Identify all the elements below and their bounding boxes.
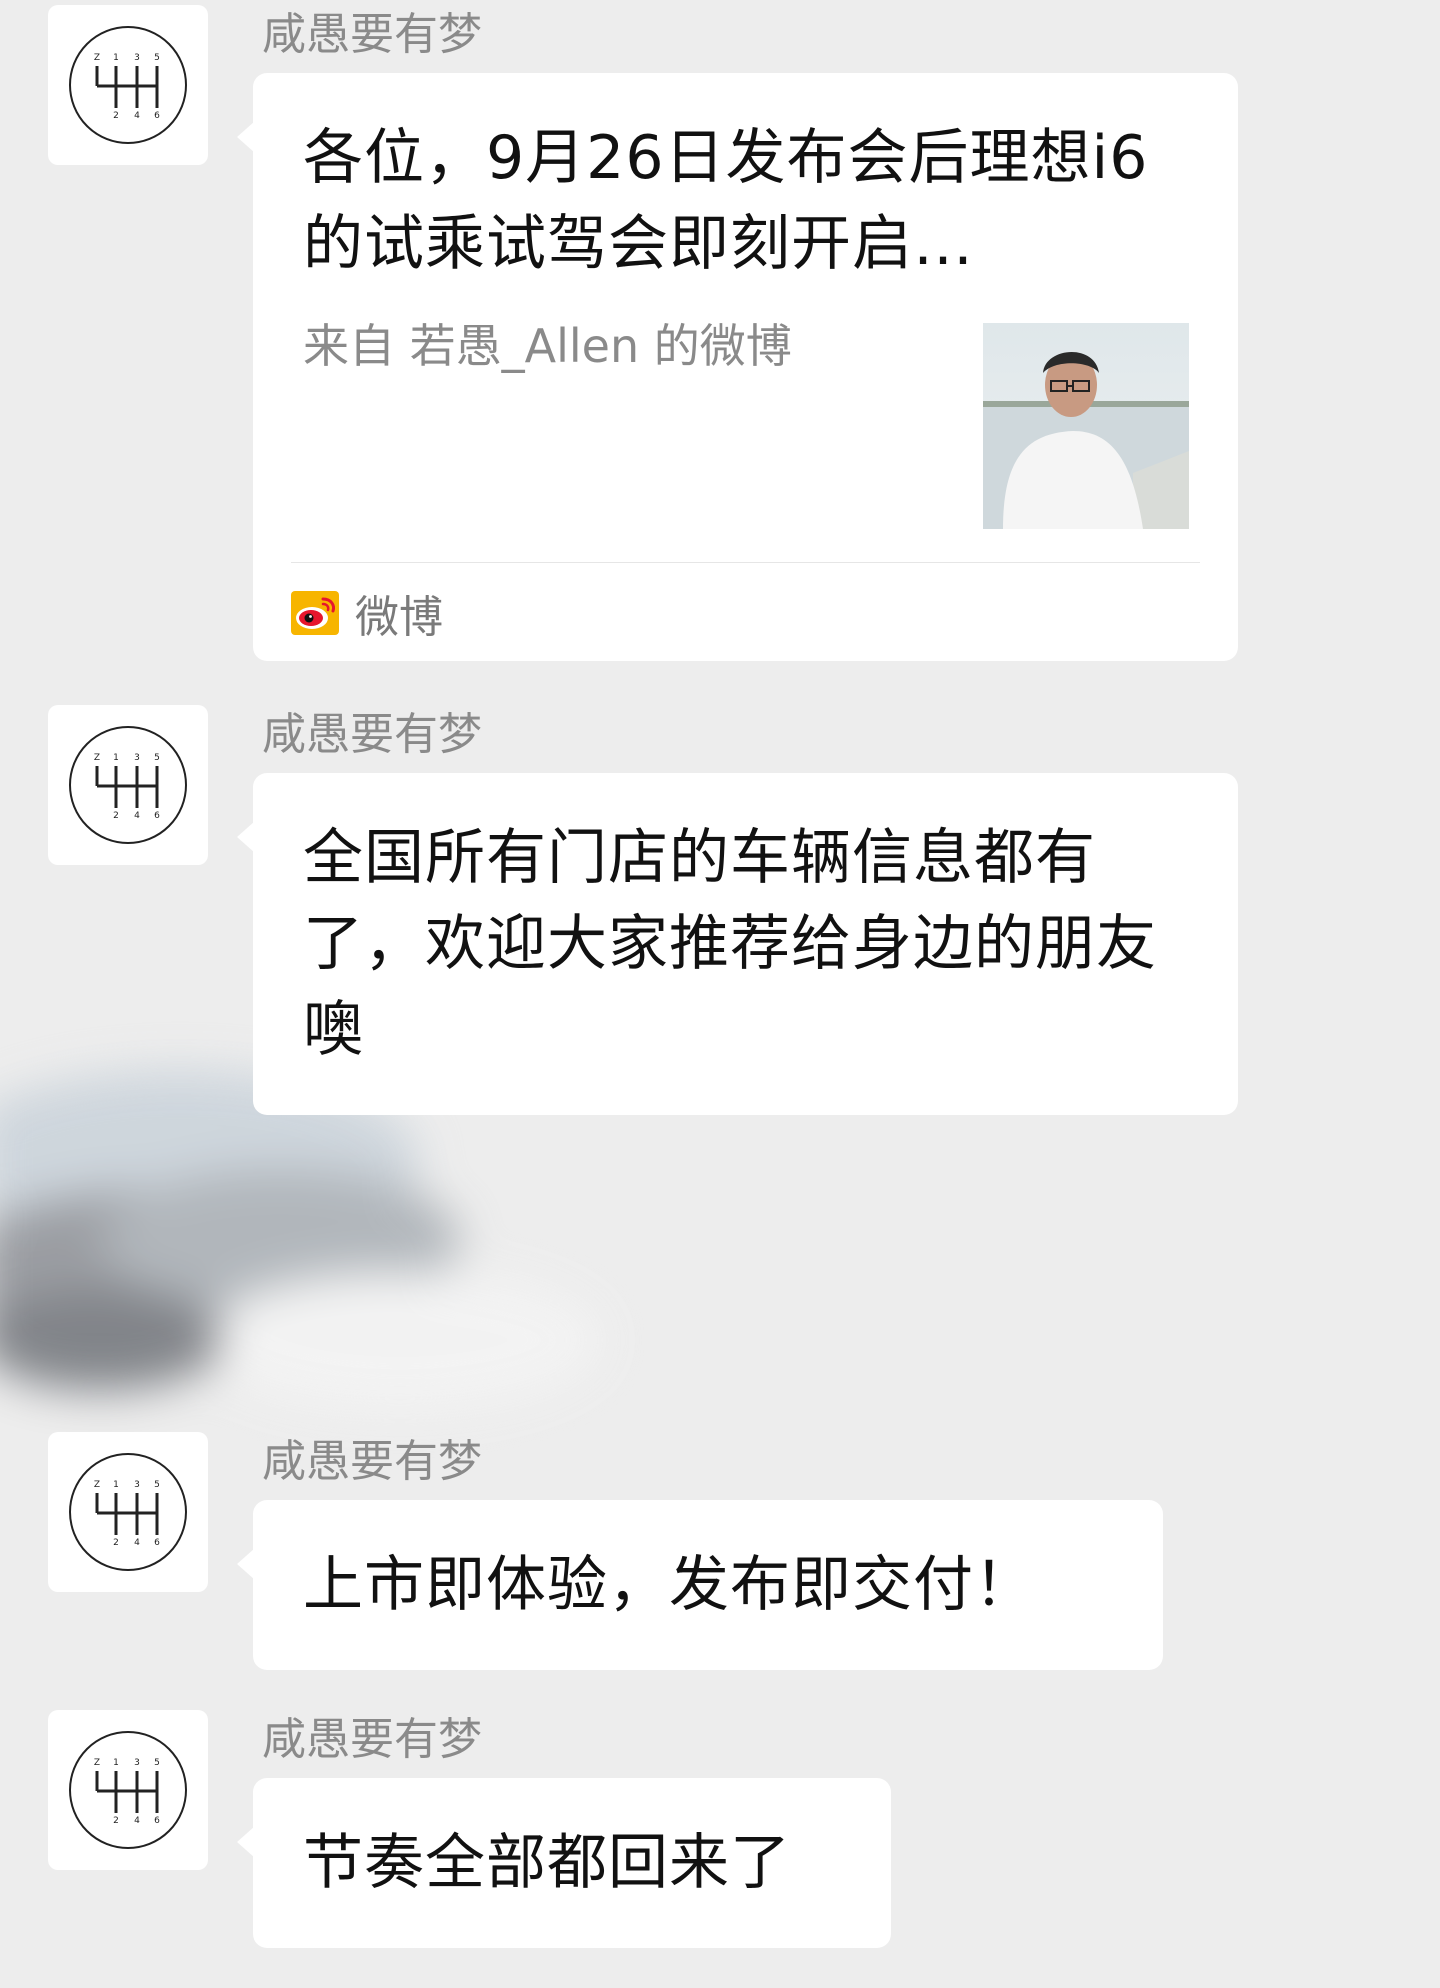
gear-shift-pattern-icon: Z 1 3 5 2 4 6 (69, 726, 187, 844)
avatar[interactable]: Z 1 3 5 2 4 6 (48, 705, 208, 865)
avatar-digit: 2 (113, 1538, 119, 1548)
sender-name: 咸愚要有梦 (262, 1436, 482, 1487)
link-card-source-label: 微博 (355, 592, 443, 643)
message-bubble[interactable]: 上市即体验，发布即交付！ (237, 1500, 1163, 1670)
avatar-digit: 4 (134, 811, 140, 821)
avatar-digit: 6 (154, 111, 160, 121)
sender-name: 咸愚要有梦 (262, 709, 482, 760)
avatar-digit: 5 (154, 1480, 160, 1490)
link-card-divider (291, 562, 1200, 563)
avatar-digit: Z (94, 1480, 100, 1490)
avatar-digit: 6 (154, 1816, 160, 1826)
avatar-digit: 5 (154, 753, 160, 763)
message-text: 全国所有门店的车辆信息都有了，欢迎大家推荐给身边的朋友噢 (303, 823, 1157, 1065)
avatar-digit: 4 (134, 1816, 140, 1826)
avatar-digit: 2 (113, 811, 119, 821)
chat-panel: Z 1 3 5 2 4 6 咸愚要有梦 各位，9月26日发布会后理想i6的试乘试… (0, 0, 1440, 1988)
message-text: 上市即体验，发布即交付！ (303, 1550, 1035, 1620)
gear-shift-pattern-icon: Z 1 3 5 2 4 6 (69, 1731, 187, 1849)
avatar-digit: Z (94, 753, 100, 763)
message-bubble[interactable]: 节奏全部都回来了 (237, 1778, 891, 1948)
link-card-source[interactable]: 微博 (291, 583, 443, 643)
avatar-digit: 2 (113, 1816, 119, 1826)
avatar-digit: 6 (154, 1538, 160, 1548)
avatar-digit: 1 (113, 1758, 119, 1768)
avatar-digit: 3 (134, 753, 140, 763)
avatar[interactable]: Z 1 3 5 2 4 6 (48, 1432, 208, 1592)
avatar-digit: 3 (134, 1480, 140, 1490)
avatar-digit: Z (94, 53, 100, 63)
sender-name: 咸愚要有梦 (262, 9, 482, 60)
link-card-thumbnail (983, 323, 1189, 529)
avatar-digit: 5 (154, 1758, 160, 1768)
avatar[interactable]: Z 1 3 5 2 4 6 (48, 1710, 208, 1870)
message-text: 节奏全部都回来了 (303, 1828, 791, 1898)
gear-shift-pattern-icon: Z 1 3 5 2 4 6 (69, 26, 187, 144)
avatar-digit: 3 (134, 53, 140, 63)
avatar-digit: 4 (134, 111, 140, 121)
avatar-digit: 1 (113, 53, 119, 63)
avatar-digit: 1 (113, 753, 119, 763)
message-bubble[interactable]: 全国所有门店的车辆信息都有了，欢迎大家推荐给身边的朋友噢 (237, 773, 1238, 1115)
avatar-digit: 6 (154, 811, 160, 821)
sender-name: 咸愚要有梦 (262, 1714, 482, 1765)
avatar-digit: 1 (113, 1480, 119, 1490)
gear-shift-pattern-icon: Z 1 3 5 2 4 6 (69, 1453, 187, 1571)
link-card[interactable]: 各位，9月26日发布会后理想i6的试乘试驾会即刻开启… 来自 若愚_Allen … (237, 73, 1238, 661)
avatar-digit: 4 (134, 1538, 140, 1548)
avatar-digit: 5 (154, 53, 160, 63)
weibo-icon (291, 591, 339, 635)
link-card-title: 各位，9月26日发布会后理想i6的试乘试驾会即刻开启… (303, 123, 1149, 279)
avatar[interactable]: Z 1 3 5 2 4 6 (48, 5, 208, 165)
avatar-digit: Z (94, 1758, 100, 1768)
avatar-digit: 3 (134, 1758, 140, 1768)
link-card-description: 来自 若愚_Allen 的微博 (303, 319, 792, 373)
avatar-digit: 2 (113, 111, 119, 121)
